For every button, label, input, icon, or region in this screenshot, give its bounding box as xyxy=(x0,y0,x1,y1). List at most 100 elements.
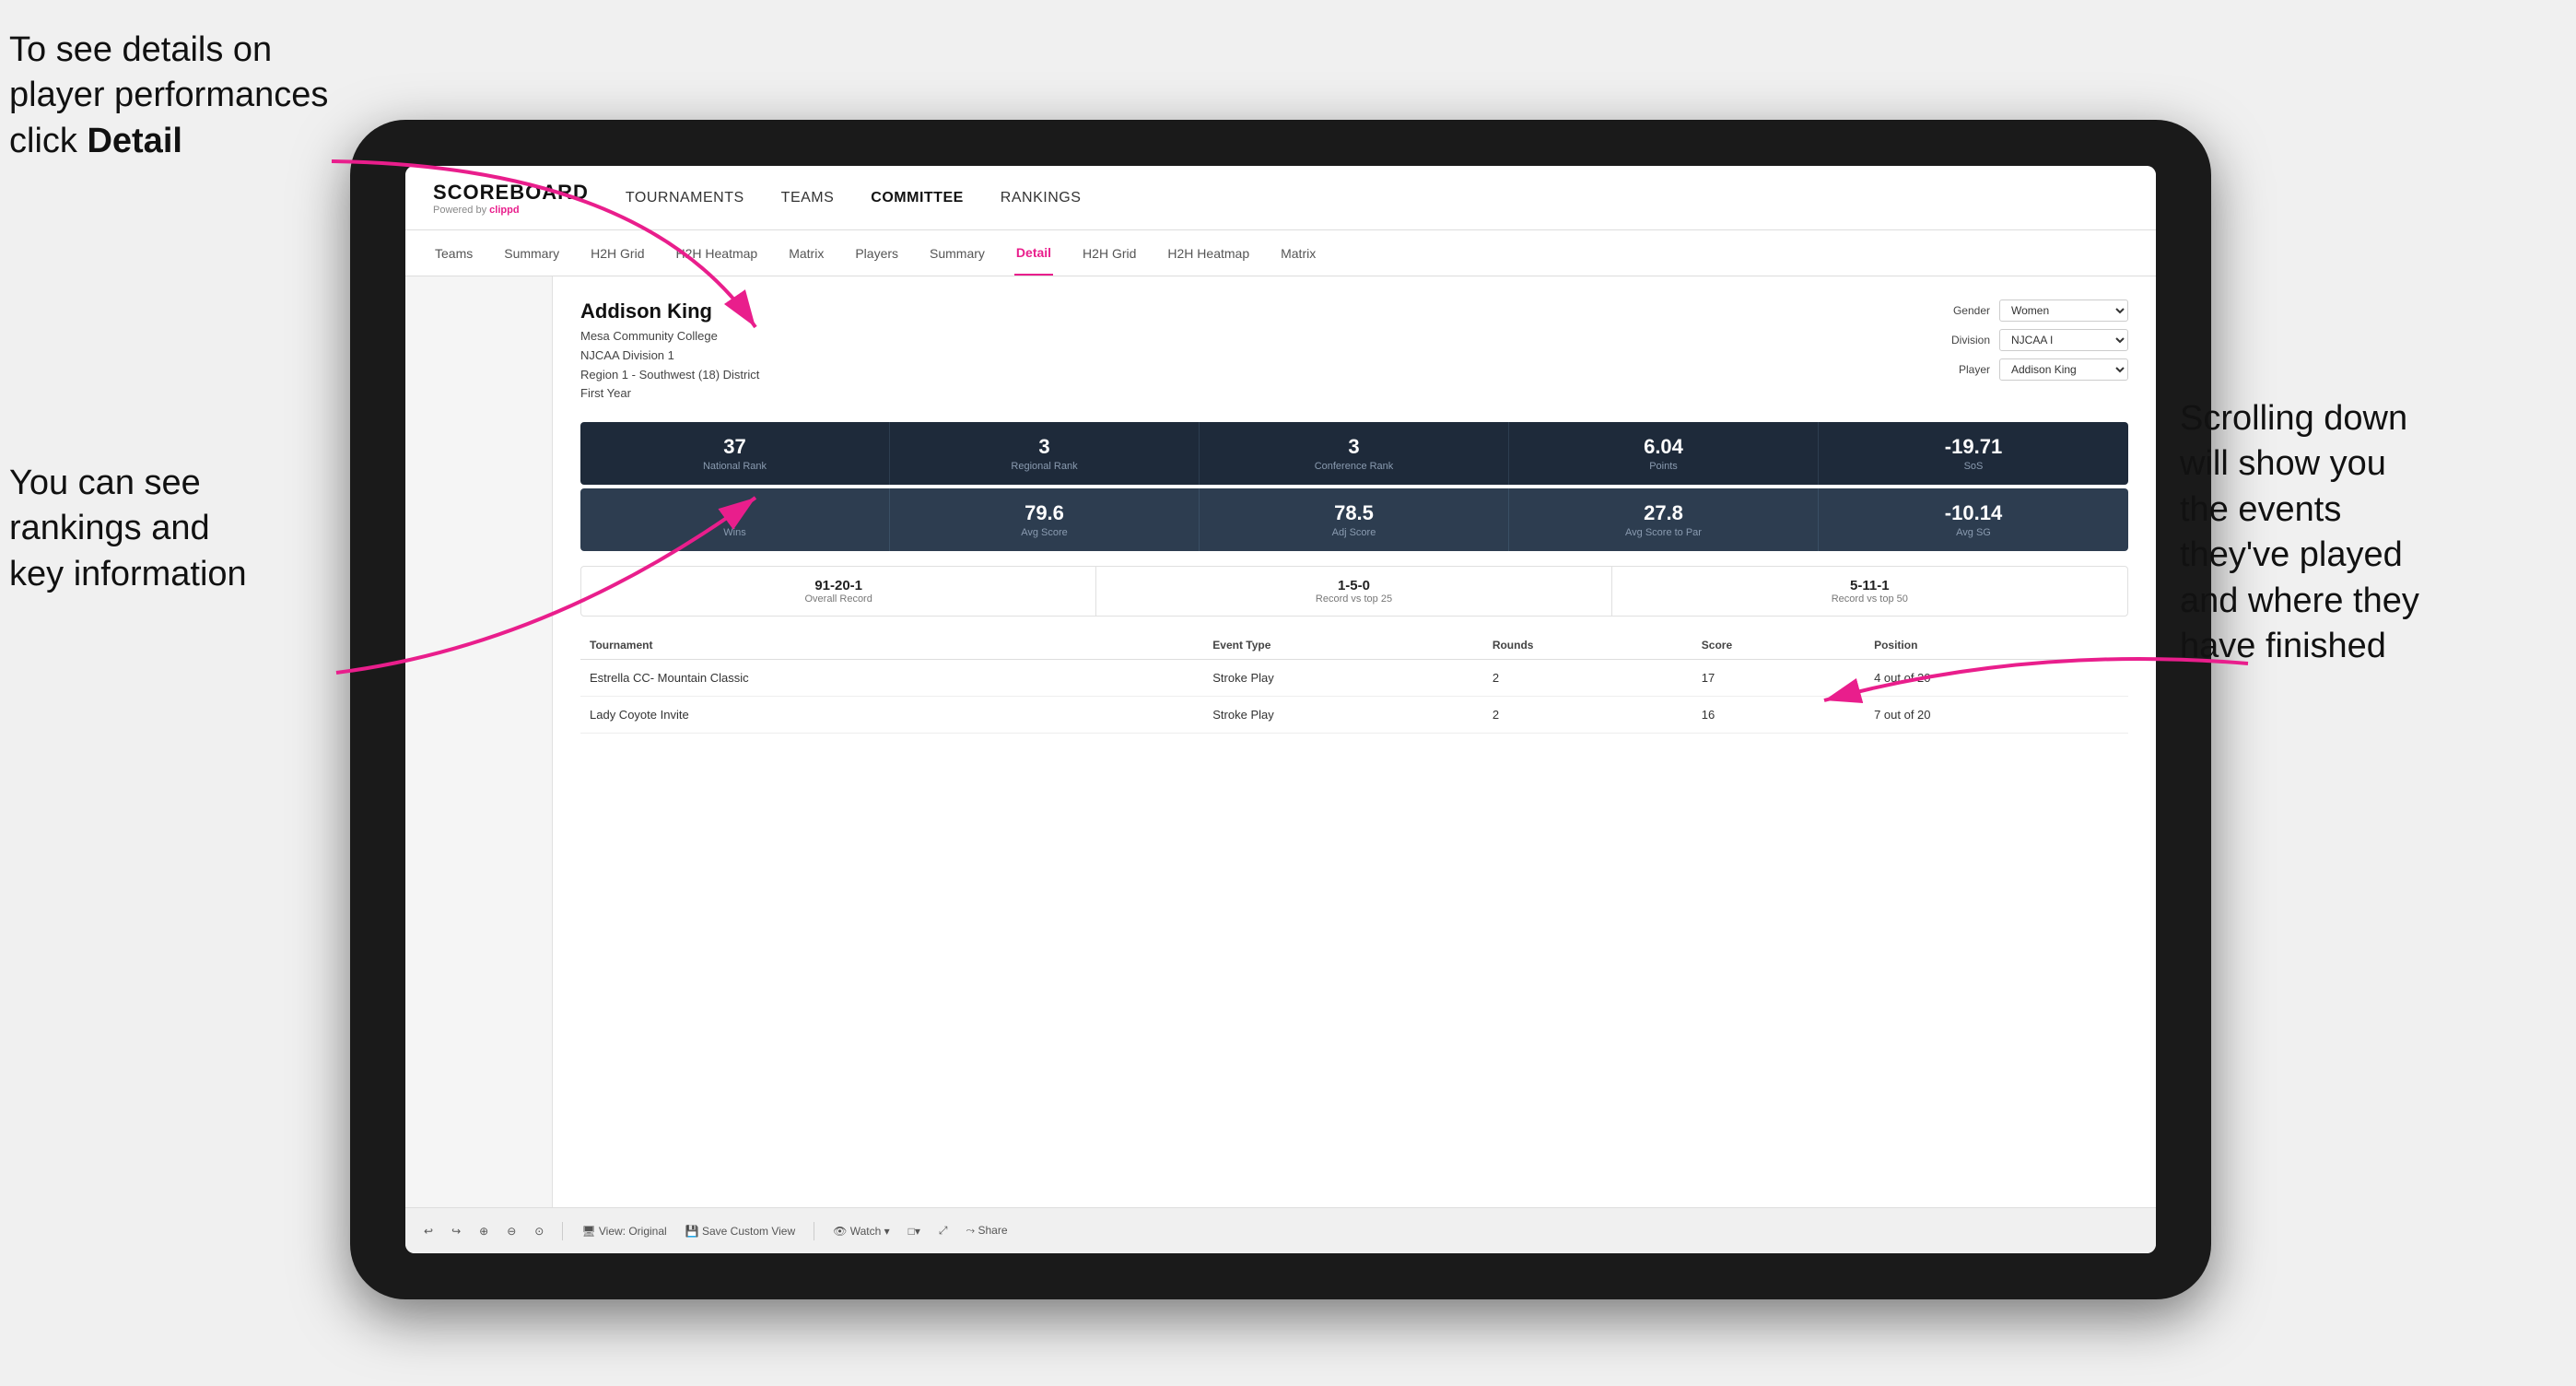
top25-label: Record vs top 25 xyxy=(1107,593,1599,605)
wins-label: Wins xyxy=(590,527,880,538)
content-area: Addison King Mesa Community College NJCA… xyxy=(405,276,2156,1207)
nav-rankings[interactable]: RANKINGS xyxy=(1001,190,1082,206)
col-event-type: Event Type xyxy=(1203,631,1483,660)
player-college: Mesa Community College xyxy=(580,327,759,346)
logo-area: SCOREBOARD Powered by clippd xyxy=(433,181,589,216)
subnav-players[interactable]: Players xyxy=(853,230,900,276)
table-row: Lady Coyote Invite Stroke Play 2 16 7 ou… xyxy=(580,697,2128,734)
stat-avg-score-par: 27.8 Avg Score to Par xyxy=(1509,488,1819,551)
toolbar-view-original[interactable]: 🖥 View: Original xyxy=(581,1225,666,1238)
adj-score-value: 78.5 xyxy=(1209,501,1499,525)
points-label: Points xyxy=(1518,461,1809,472)
col-score: Score xyxy=(1692,631,1865,660)
player-info: Addison King Mesa Community College NJCA… xyxy=(580,300,759,404)
left-sidebar xyxy=(405,276,553,1207)
tablet-frame: SCOREBOARD Powered by clippd TOURNAMENTS… xyxy=(350,120,2211,1299)
subnav-teams[interactable]: Teams xyxy=(433,230,474,276)
player-row: Player Addison King xyxy=(1930,358,2128,381)
player-year: First Year xyxy=(580,384,759,404)
cell-event-type: Stroke Play xyxy=(1203,660,1483,697)
sos-value: -19.71 xyxy=(1828,435,2119,459)
subnav-h2h-heatmap2[interactable]: H2H Heatmap xyxy=(1165,230,1251,276)
stat-national-rank: 37 National Rank xyxy=(580,422,890,485)
subnav-summary[interactable]: Summary xyxy=(502,230,561,276)
subnav-summary2[interactable]: Summary xyxy=(928,230,987,276)
annotation-bottom-left: You can see rankings and key information xyxy=(9,461,322,597)
stats-row1: 37 National Rank 3 Regional Rank 3 Confe… xyxy=(580,422,2128,485)
subnav-h2h-grid[interactable]: H2H Grid xyxy=(589,230,646,276)
main-nav: TOURNAMENTS TEAMS COMMITTEE RANKINGS xyxy=(626,190,1081,206)
avg-sg-label: Avg SG xyxy=(1828,527,2119,538)
toolbar-zoom-out[interactable]: ⊖ xyxy=(507,1225,516,1238)
nav-teams[interactable]: TEAMS xyxy=(781,190,835,206)
cell-position: 7 out of 20 xyxy=(1865,697,2128,734)
stats-row2: 0 Wins 79.6 Avg Score 78.5 Adj Score 27.… xyxy=(580,488,2128,551)
toolbar-undo[interactable]: ↩ xyxy=(424,1225,433,1238)
avg-score-label: Avg Score xyxy=(899,527,1189,538)
main-panel: Addison King Mesa Community College NJCA… xyxy=(553,276,2156,1207)
gender-row: Gender Women xyxy=(1930,300,2128,322)
subnav-h2h-grid2[interactable]: H2H Grid xyxy=(1081,230,1138,276)
toolbar-zoom-in[interactable]: ⊕ xyxy=(479,1225,488,1238)
toolbar-redo[interactable]: ↪ xyxy=(451,1225,461,1238)
overall-record: 91-20-1 Overall Record xyxy=(581,567,1096,616)
toolbar-share[interactable]: ⤳ Share xyxy=(966,1224,1008,1238)
stat-adj-score: 78.5 Adj Score xyxy=(1200,488,1509,551)
stat-sos: -19.71 SoS xyxy=(1819,422,2128,485)
subnav-matrix[interactable]: Matrix xyxy=(787,230,825,276)
player-select[interactable]: Addison King xyxy=(1999,358,2128,381)
col-position: Position xyxy=(1865,631,2128,660)
top-nav: SCOREBOARD Powered by clippd TOURNAMENTS… xyxy=(405,166,2156,230)
subnav-matrix2[interactable]: Matrix xyxy=(1279,230,1317,276)
subnav-h2h-heatmap[interactable]: H2H Heatmap xyxy=(674,230,760,276)
gender-select[interactable]: Women xyxy=(1999,300,2128,322)
cell-rounds: 2 xyxy=(1483,697,1692,734)
sub-nav: Teams Summary H2H Grid H2H Heatmap Matri… xyxy=(405,230,2156,276)
records-row: 91-20-1 Overall Record 1-5-0 Record vs t… xyxy=(580,566,2128,617)
col-tournament: Tournament xyxy=(580,631,1203,660)
table-header-row: Tournament Event Type Rounds Score Posit… xyxy=(580,631,2128,660)
national-rank-value: 37 xyxy=(590,435,880,459)
table-row: Estrella CC- Mountain Classic Stroke Pla… xyxy=(580,660,2128,697)
bottom-toolbar: ↩ ↪ ⊕ ⊖ ⊙ 🖥 View: Original 💾 Save Custom… xyxy=(405,1207,2156,1253)
top50-value: 5-11-1 xyxy=(1623,578,2116,593)
player-controls: Gender Women Division NJCAA I xyxy=(1930,300,2128,381)
cell-score: 16 xyxy=(1692,697,1865,734)
stat-wins: 0 Wins xyxy=(580,488,890,551)
conference-rank-value: 3 xyxy=(1209,435,1499,459)
cell-tournament: Lady Coyote Invite xyxy=(580,697,1203,734)
record-top50: 5-11-1 Record vs top 50 xyxy=(1612,567,2127,616)
tablet-screen: SCOREBOARD Powered by clippd TOURNAMENTS… xyxy=(405,166,2156,1253)
tournament-table: Tournament Event Type Rounds Score Posit… xyxy=(580,631,2128,734)
nav-tournaments[interactable]: TOURNAMENTS xyxy=(626,190,744,206)
division-select[interactable]: NJCAA I xyxy=(1999,329,2128,351)
stat-avg-sg: -10.14 Avg SG xyxy=(1819,488,2128,551)
stat-avg-score: 79.6 Avg Score xyxy=(890,488,1200,551)
overall-record-label: Overall Record xyxy=(592,593,1084,605)
gender-label: Gender xyxy=(1930,304,1990,317)
subnav-detail[interactable]: Detail xyxy=(1014,230,1053,276)
toolbar-save-custom[interactable]: 💾 Save Custom View xyxy=(685,1225,795,1238)
toolbar-fit[interactable]: ⊙ xyxy=(534,1225,544,1238)
sos-label: SoS xyxy=(1828,461,2119,472)
toolbar-sep1 xyxy=(562,1222,563,1240)
record-top25: 1-5-0 Record vs top 25 xyxy=(1096,567,1611,616)
cell-rounds: 2 xyxy=(1483,660,1692,697)
logo-powered: Powered by clippd xyxy=(433,205,589,216)
toolbar-expand[interactable]: ⤢ xyxy=(939,1224,948,1238)
stat-regional-rank: 3 Regional Rank xyxy=(890,422,1200,485)
adj-score-label: Adj Score xyxy=(1209,527,1499,538)
nav-committee[interactable]: COMMITTEE xyxy=(871,190,964,206)
regional-rank-label: Regional Rank xyxy=(899,461,1189,472)
top25-value: 1-5-0 xyxy=(1107,578,1599,593)
cell-position: 4 out of 20 xyxy=(1865,660,2128,697)
toolbar-watch[interactable]: 👁 Watch ▾ xyxy=(833,1225,890,1238)
player-header: Addison King Mesa Community College NJCA… xyxy=(580,300,2128,404)
stat-conference-rank: 3 Conference Rank xyxy=(1200,422,1509,485)
avg-score-value: 79.6 xyxy=(899,501,1189,525)
wins-value: 0 xyxy=(590,501,880,525)
toolbar-screen[interactable]: □▾ xyxy=(908,1225,920,1238)
cell-score: 17 xyxy=(1692,660,1865,697)
avg-sg-value: -10.14 xyxy=(1828,501,2119,525)
points-value: 6.04 xyxy=(1518,435,1809,459)
